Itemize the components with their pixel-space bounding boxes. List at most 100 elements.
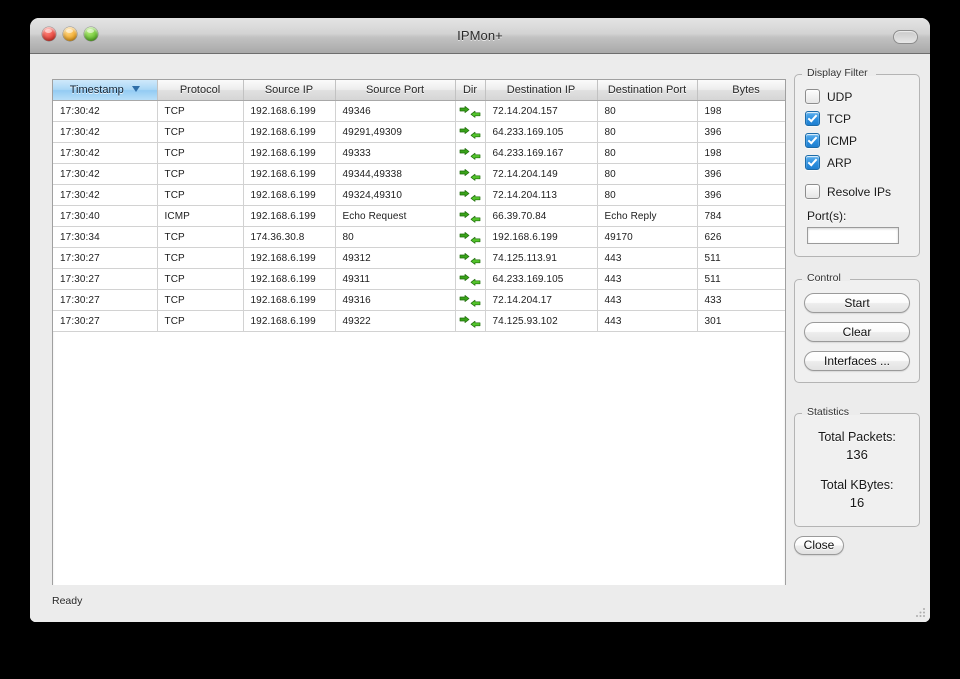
window-titlebar[interactable]: IPMon+ bbox=[30, 18, 930, 54]
checkbox-arp-box[interactable] bbox=[805, 155, 820, 170]
filter-checkbox-tcp[interactable]: TCP bbox=[805, 111, 909, 126]
cell-bytes: 626 bbox=[697, 226, 785, 248]
filter-checkbox-arp[interactable]: ARP bbox=[805, 155, 909, 170]
cell-bytes: 301 bbox=[697, 310, 785, 332]
right-sidebar: Display Filter UDP TCP ICMP ARP Resolve … bbox=[794, 62, 920, 555]
cell-dir bbox=[455, 142, 486, 164]
cell-source-port: 49316 bbox=[335, 289, 456, 311]
cell-timestamp: 17:30:42 bbox=[53, 121, 158, 143]
cell-destination-port: 443 bbox=[597, 310, 698, 332]
total-packets-stat: Total Packets: 136 bbox=[803, 430, 911, 462]
cell-dir bbox=[455, 184, 486, 206]
cell-destination-ip: 192.168.6.199 bbox=[485, 226, 598, 248]
cell-destination-port: 80 bbox=[597, 142, 698, 164]
table-row[interactable]: 17:30:42 TCP 192.168.6.199 49346 72.14.204.1… bbox=[53, 100, 785, 122]
cell-dir bbox=[455, 289, 486, 311]
column-header-timestamp-label: Timestamp bbox=[69, 84, 124, 96]
table-row[interactable]: 17:30:27 TCP 192.168.6.199 49311 64.233.169.… bbox=[53, 268, 785, 290]
column-header-source-port[interactable]: Source Port bbox=[335, 80, 456, 101]
table-row[interactable]: 17:30:42 TCP 192.168.6.199 49344,49338 72.14… bbox=[53, 163, 785, 185]
cell-bytes: 396 bbox=[697, 163, 785, 185]
cell-source-port: 49322 bbox=[335, 310, 456, 332]
cell-source-port: 49324,49310 bbox=[335, 184, 456, 206]
checkbox-icmp-box[interactable] bbox=[805, 133, 820, 148]
direction-arrows-icon bbox=[459, 106, 481, 118]
zoom-window-button[interactable] bbox=[84, 27, 98, 41]
cell-destination-ip: 66.39.70.84 bbox=[485, 205, 598, 227]
cell-bytes: 198 bbox=[697, 100, 785, 122]
cell-destination-ip: 72.14.204.113 bbox=[485, 184, 598, 206]
checkbox-resolve-ips-box[interactable] bbox=[805, 184, 820, 199]
cell-protocol: TCP bbox=[157, 226, 244, 248]
filter-checkbox-resolve-ips[interactable]: Resolve IPs bbox=[805, 184, 909, 199]
minimize-window-button[interactable] bbox=[63, 27, 77, 41]
column-header-dir[interactable]: Dir bbox=[455, 80, 486, 101]
column-header-destination-port[interactable]: Destination Port bbox=[597, 80, 698, 101]
clear-button[interactable]: Clear bbox=[804, 322, 910, 342]
cell-timestamp: 17:30:40 bbox=[53, 205, 158, 227]
column-header-bytes[interactable]: Bytes bbox=[697, 80, 785, 101]
table-row[interactable]: 17:30:42 TCP 192.168.6.199 49291,49309 64.23… bbox=[53, 121, 785, 143]
cell-destination-ip: 72.14.204.149 bbox=[485, 163, 598, 185]
cell-destination-ip: 74.125.93.102 bbox=[485, 310, 598, 332]
cell-dir bbox=[455, 100, 486, 122]
sort-descending-icon bbox=[131, 86, 140, 93]
cell-bytes: 396 bbox=[697, 184, 785, 206]
cell-dir bbox=[455, 121, 486, 143]
column-header-source-ip[interactable]: Source IP bbox=[243, 80, 336, 101]
cell-timestamp: 17:30:42 bbox=[53, 100, 158, 122]
checkbox-udp-box[interactable] bbox=[805, 89, 820, 104]
status-text: Ready bbox=[52, 595, 83, 607]
cell-protocol: ICMP bbox=[157, 205, 244, 227]
cell-destination-port: 80 bbox=[597, 121, 698, 143]
table-row[interactable]: 17:30:40 ICMP 192.168.6.199 Echo Request 66.… bbox=[53, 205, 785, 227]
table-row[interactable]: 17:30:27 TCP 192.168.6.199 49322 74.125.93.1… bbox=[53, 310, 785, 332]
cell-destination-port: Echo Reply bbox=[597, 205, 698, 227]
toolbar-toggle-button[interactable] bbox=[893, 30, 918, 44]
column-header-destination-ip[interactable]: Destination IP bbox=[485, 80, 598, 101]
cell-timestamp: 17:30:42 bbox=[53, 142, 158, 164]
table-row[interactable]: 17:30:27 TCP 192.168.6.199 49312 74.125.113.… bbox=[53, 247, 785, 269]
column-header-timestamp[interactable]: Timestamp bbox=[53, 80, 158, 101]
desktop-background: IPMon+ Timestamp Protocol Source IP Sour… bbox=[0, 0, 960, 679]
cell-source-port: 49333 bbox=[335, 142, 456, 164]
direction-arrows-icon bbox=[459, 295, 481, 307]
packet-table-container[interactable]: Timestamp Protocol Source IP Source Port… bbox=[52, 79, 786, 599]
cell-bytes: 784 bbox=[697, 205, 785, 227]
filter-checkbox-udp[interactable]: UDP bbox=[805, 89, 909, 104]
cell-destination-port: 443 bbox=[597, 268, 698, 290]
cell-dir bbox=[455, 268, 486, 290]
close-button[interactable]: Close bbox=[794, 536, 844, 555]
table-row[interactable]: 17:30:42 TCP 192.168.6.199 49324,49310 72.14… bbox=[53, 184, 785, 206]
total-kbytes-value: 16 bbox=[849, 495, 865, 510]
table-row[interactable]: 17:30:42 TCP 192.168.6.199 49333 64.233.169.… bbox=[53, 142, 785, 164]
cell-protocol: TCP bbox=[157, 142, 244, 164]
header-row: Timestamp Protocol Source IP Source Port… bbox=[53, 80, 785, 101]
filter-checkbox-icmp[interactable]: ICMP bbox=[805, 133, 909, 148]
checkbox-tcp-box[interactable] bbox=[805, 111, 820, 126]
total-packets-value: 136 bbox=[846, 447, 868, 462]
total-packets-label: Total Packets: bbox=[818, 430, 896, 444]
cell-protocol: TCP bbox=[157, 121, 244, 143]
cell-bytes: 511 bbox=[697, 247, 785, 269]
ports-label: Port(s): bbox=[807, 209, 847, 223]
cell-bytes: 396 bbox=[697, 121, 785, 143]
cell-source-port: 49346 bbox=[335, 100, 456, 122]
ports-input[interactable] bbox=[807, 227, 899, 244]
table-row[interactable]: 17:30:34 TCP 174.36.30.8 80 192.168.6.199 491… bbox=[53, 226, 785, 248]
cell-destination-ip: 64.233.169.167 bbox=[485, 142, 598, 164]
packet-table-header: Timestamp Protocol Source IP Source Port… bbox=[53, 80, 785, 101]
interfaces-button[interactable]: Interfaces ... bbox=[804, 351, 910, 371]
cell-source-ip: 192.168.6.199 bbox=[243, 247, 336, 269]
cell-source-port: 49344,49338 bbox=[335, 163, 456, 185]
close-window-button[interactable] bbox=[42, 27, 56, 41]
statistics-group: Statistics Total Packets: 136 Total KByt… bbox=[794, 406, 920, 527]
total-kbytes-stat: Total KBytes: 16 bbox=[803, 478, 911, 510]
cell-protocol: TCP bbox=[157, 289, 244, 311]
start-button[interactable]: Start bbox=[804, 293, 910, 313]
column-header-protocol[interactable]: Protocol bbox=[157, 80, 244, 101]
resize-grip-icon[interactable] bbox=[912, 605, 926, 619]
cell-destination-port: 80 bbox=[597, 184, 698, 206]
table-row[interactable]: 17:30:27 TCP 192.168.6.199 49316 72.14.204.1… bbox=[53, 289, 785, 311]
cell-source-ip: 192.168.6.199 bbox=[243, 142, 336, 164]
